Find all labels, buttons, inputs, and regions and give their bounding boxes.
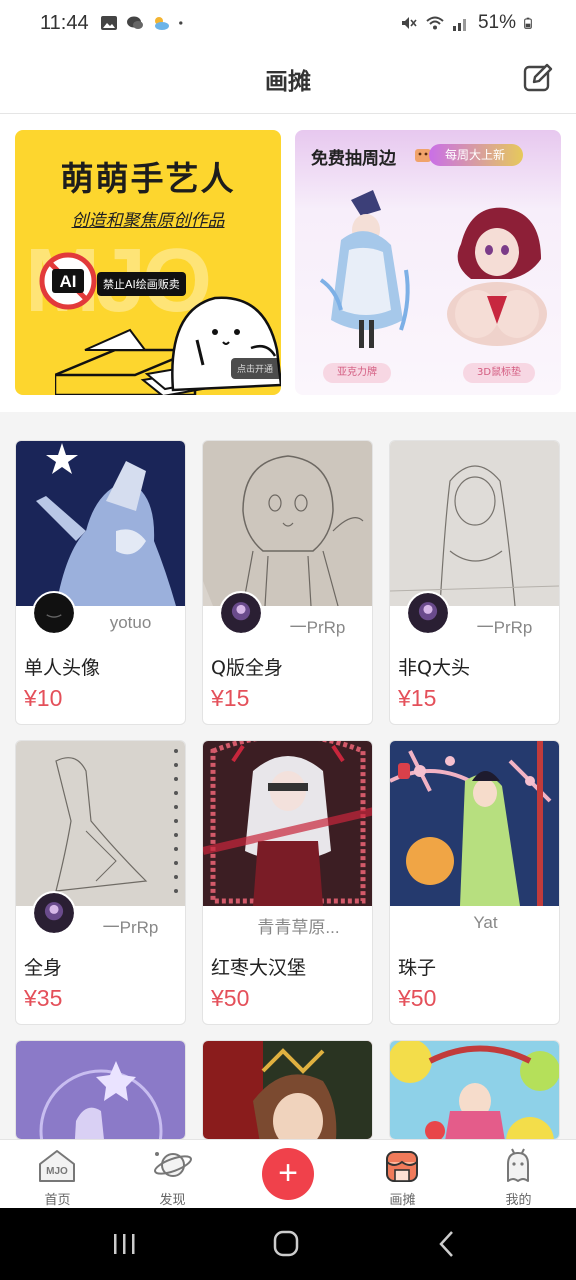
product-image — [390, 441, 559, 606]
tab-home[interactable]: MJO 首页 — [0, 1140, 115, 1209]
card-price: ¥50 — [398, 985, 437, 1011]
create-button[interactable]: + — [262, 1148, 314, 1200]
product-card[interactable]: Yat 珠子 ¥50 — [389, 740, 560, 1025]
tab-stall-label: 画摊 — [389, 1193, 416, 1208]
author-avatar[interactable] — [406, 591, 450, 635]
card-title: 珠子 — [398, 957, 437, 979]
card-price: ¥15 — [398, 685, 437, 711]
status-bar: 11:44 51% — [0, 0, 576, 48]
mute-icon — [401, 17, 417, 29]
mousepad-image — [447, 207, 547, 346]
card-price: ¥15 — [211, 685, 250, 711]
tab-mine-label: 我的 — [505, 1193, 532, 1208]
artisan-banner[interactable]: MJO 萌萌手艺人 创造和聚焦原创作品 AI 禁止AI绘画贩卖 点击开通 — [15, 130, 281, 395]
product-image — [203, 741, 372, 906]
product-card[interactable]: 一PrRp Q版全身 ¥15 — [202, 440, 373, 725]
stall-icon — [386, 1151, 418, 1182]
battery-percent: 51% — [477, 12, 516, 33]
author-avatar[interactable] — [32, 591, 76, 635]
card-author: yotuo — [109, 613, 152, 632]
wifi-icon — [426, 16, 444, 30]
battery-icon — [524, 17, 532, 29]
merch-banner[interactable]: 免费抽周边 每周大上新 亚克力牌 3D鼠标垫 — [295, 130, 561, 395]
acrylic-label: 亚克力牌 — [323, 363, 391, 383]
weekly-badge: 每周大上新 — [429, 144, 524, 166]
card-author: 一PrRp — [476, 618, 533, 637]
product-card[interactable]: 一PrRp 非Q大头 ¥15 — [389, 440, 560, 725]
product-image — [390, 1041, 559, 1139]
planet-icon — [154, 1152, 192, 1177]
banner-section: MJO 萌萌手艺人 创造和聚焦原创作品 AI 禁止AI绘画贩卖 点击开通 免费抽… — [0, 114, 576, 412]
plus-icon: + — [278, 1154, 298, 1192]
product-image — [203, 1041, 372, 1139]
card-author: Yat — [473, 913, 498, 932]
home-logo-text: MJO — [46, 1166, 68, 1177]
mousepad-label: 3D鼠标垫 — [463, 363, 536, 383]
weather-icon — [155, 17, 169, 30]
card-title: 单人头像 — [24, 657, 101, 679]
product-card[interactable]: 一PrRp 全身 ¥35 — [15, 740, 186, 1025]
product-card[interactable]: yotuo 单人头像 ¥10 — [15, 440, 186, 725]
product-card[interactable] — [15, 1040, 186, 1140]
tab-discover-label: 发现 — [159, 1193, 186, 1208]
tab-mine[interactable]: 我的 — [461, 1140, 576, 1209]
product-image — [390, 741, 559, 906]
author-avatar[interactable] — [32, 891, 76, 935]
dot-icon — [179, 21, 183, 25]
card-price: ¥10 — [24, 685, 63, 711]
author-avatar[interactable] — [219, 591, 263, 635]
product-card[interactable]: 青青草原... 红枣大汉堡 ¥50 — [202, 740, 373, 1025]
tab-discover[interactable]: 发现 — [115, 1140, 230, 1209]
tab-stall[interactable]: 画摊 — [345, 1140, 460, 1209]
card-author: 青青草原... — [257, 918, 340, 937]
home-icon: MJO — [39, 1150, 75, 1182]
merch-banner-title: 免费抽周边 — [311, 149, 396, 169]
app-header: 画摊 — [0, 48, 576, 114]
system-status: 51% — [400, 12, 536, 34]
status-time: 11:44 — [40, 12, 89, 34]
artisan-banner-title: 萌萌手艺人 — [60, 159, 236, 198]
edit-icon[interactable] — [522, 62, 554, 94]
chat-icon — [127, 16, 143, 29]
card-price: ¥50 — [211, 985, 250, 1011]
page-title: 画摊 — [265, 69, 311, 95]
acrylic-stand-image — [319, 190, 410, 348]
back-icon[interactable] — [428, 1228, 468, 1260]
card-author: 一PrRp — [289, 618, 346, 637]
card-price: ¥35 — [24, 985, 63, 1011]
tab-home-label: 首页 — [44, 1193, 71, 1208]
product-card[interactable] — [202, 1040, 373, 1140]
card-title: 全身 — [24, 957, 63, 979]
product-image — [16, 741, 185, 906]
open-tag: 点击开通 — [230, 358, 279, 379]
product-image — [16, 441, 185, 606]
notification-icons — [100, 14, 188, 32]
recent-apps-icon[interactable] — [104, 1228, 144, 1260]
gallery-icon — [101, 16, 117, 30]
product-image — [16, 1041, 185, 1139]
product-card[interactable] — [389, 1040, 560, 1140]
card-title: 非Q大头 — [398, 657, 470, 679]
profile-icon — [507, 1148, 529, 1182]
card-title: 红枣大汉堡 — [211, 957, 307, 979]
home-nav-icon[interactable] — [266, 1228, 306, 1260]
signal-icon — [452, 19, 466, 31]
product-image — [203, 441, 372, 606]
artisan-banner-subtitle: 创造和聚焦原创作品 — [71, 211, 225, 231]
card-title: Q版全身 — [211, 657, 283, 679]
card-author: 一PrRp — [102, 918, 159, 937]
system-nav-bar — [0, 1208, 576, 1280]
